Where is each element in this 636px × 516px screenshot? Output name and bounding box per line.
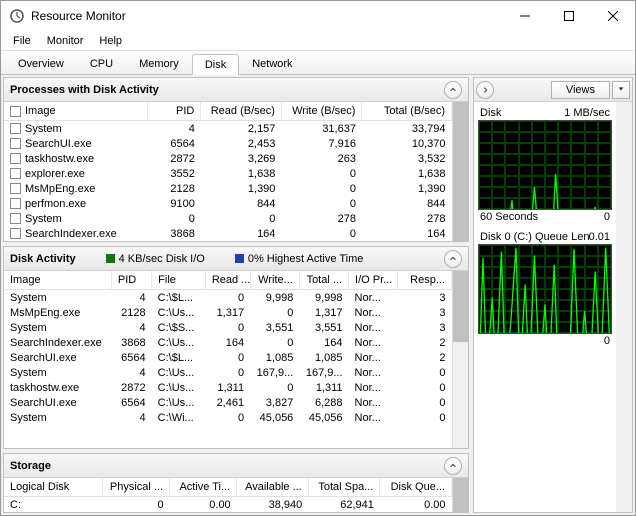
row-checkbox[interactable] xyxy=(10,168,21,179)
app-icon xyxy=(9,8,25,24)
storage-scrollbar[interactable] xyxy=(452,478,468,512)
io-color-swatch xyxy=(106,254,115,263)
activity-title: Disk Activity xyxy=(10,253,76,265)
activity-header[interactable]: Disk Activity 4 KB/sec Disk I/O 0% Highe… xyxy=(4,247,468,271)
col-total[interactable]: Total (B/sec) xyxy=(362,102,452,121)
graph1-min: 0 xyxy=(604,211,610,223)
col[interactable]: Logical Disk xyxy=(4,478,102,497)
processes-table: Image PID Read (B/sec) Write (B/sec) Tot… xyxy=(4,102,452,241)
active-color-swatch xyxy=(235,254,244,263)
tab-bar: Overview CPU Memory Disk Network xyxy=(1,51,635,75)
table-row[interactable]: SearchUI.exe6564C:\$L...01,0851,085Nor..… xyxy=(4,350,452,365)
collapse-activity-icon[interactable] xyxy=(444,250,462,268)
table-row[interactable]: System42,15731,63733,794 xyxy=(4,121,452,137)
row-checkbox[interactable] xyxy=(10,213,21,224)
processes-header[interactable]: Processes with Disk Activity xyxy=(4,78,468,102)
col[interactable]: Total ... xyxy=(299,271,348,290)
col[interactable]: File xyxy=(152,271,206,290)
table-row[interactable]: SearchUI.exe6564C:\Us...2,4613,8276,288N… xyxy=(4,395,452,410)
col[interactable]: Resp... xyxy=(398,271,452,290)
col[interactable]: Disk Que... xyxy=(380,478,452,497)
table-row[interactable]: perfmon.exe91008440844 xyxy=(4,196,452,211)
menu-monitor[interactable]: Monitor xyxy=(39,33,92,49)
queue-graph xyxy=(478,244,612,334)
table-row[interactable]: C:00.0038,94062,9410.00 xyxy=(4,497,452,513)
col[interactable]: Active Ti... xyxy=(170,478,237,497)
rightpane-scrollbar[interactable] xyxy=(616,102,632,512)
col[interactable]: Physical ... xyxy=(102,478,169,497)
menu-file[interactable]: File xyxy=(5,33,39,49)
table-row[interactable]: MsMpEng.exe2128C:\Us...1,31701,317Nor...… xyxy=(4,305,452,320)
col[interactable]: Image xyxy=(4,271,111,290)
col[interactable]: I/O Pr... xyxy=(349,271,398,290)
row-checkbox[interactable] xyxy=(10,138,21,149)
collapse-processes-icon[interactable] xyxy=(444,81,462,99)
col[interactable]: Total Spa... xyxy=(308,478,380,497)
table-row[interactable]: taskhostw.exe28723,2692633,532 xyxy=(4,151,452,166)
tab-disk[interactable]: Disk xyxy=(192,54,239,75)
table-row[interactable]: taskhostw.exe2872C:\Us...1,31101,311Nor.… xyxy=(4,380,452,395)
table-row[interactable]: System00278278 xyxy=(4,211,452,226)
menu-bar: File Monitor Help xyxy=(1,31,635,51)
table-row[interactable]: explorer.exe35521,63801,638 xyxy=(4,166,452,181)
col-image[interactable]: Image xyxy=(4,102,147,121)
views-button[interactable]: Views xyxy=(551,81,610,99)
tab-memory[interactable]: Memory xyxy=(126,53,192,74)
activity-scrollbar[interactable] xyxy=(452,271,468,448)
storage-table: Logical DiskPhysical ...Active Ti...Avai… xyxy=(4,478,452,512)
window-title: Resource Monitor xyxy=(31,9,503,23)
disk-graph xyxy=(478,120,612,210)
graph2-min: 0 xyxy=(604,335,610,347)
col-read[interactable]: Read (B/sec) xyxy=(201,102,282,121)
table-row[interactable]: System4C:\Wi...045,05645,056Nor...0 xyxy=(4,410,452,425)
activity-table: ImagePIDFileRead ...Write...Total ...I/O… xyxy=(4,271,452,425)
col-pid[interactable]: PID xyxy=(147,102,201,121)
col-write[interactable]: Write (B/sec) xyxy=(281,102,362,121)
select-all-checkbox[interactable] xyxy=(10,106,21,117)
collapse-storage-icon[interactable] xyxy=(444,457,462,475)
graph1-title: Disk xyxy=(480,107,501,119)
table-row[interactable]: MsMpEng.exe21281,39001,390 xyxy=(4,181,452,196)
processes-scrollbar[interactable] xyxy=(452,102,468,241)
menu-help[interactable]: Help xyxy=(91,33,130,49)
storage-title: Storage xyxy=(10,460,51,472)
processes-title: Processes with Disk Activity xyxy=(10,84,159,96)
tab-network[interactable]: Network xyxy=(239,53,305,74)
col[interactable]: PID xyxy=(111,271,151,290)
row-checkbox[interactable] xyxy=(10,123,21,134)
table-row[interactable]: System4C:\Us...0167,9...167,9...Nor...0 xyxy=(4,365,452,380)
row-checkbox[interactable] xyxy=(10,183,21,194)
table-row[interactable]: System4C:\$S...03,5513,551Nor...3 xyxy=(4,320,452,335)
table-row[interactable]: SearchIndexer.exe38681640164 xyxy=(4,226,452,241)
maximize-button[interactable] xyxy=(547,1,591,31)
col[interactable]: Write... xyxy=(250,271,299,290)
row-checkbox[interactable] xyxy=(10,198,21,209)
table-row[interactable]: System4C:\$L...09,9989,998Nor...3 xyxy=(4,290,452,306)
views-dropdown-icon[interactable] xyxy=(612,81,630,99)
row-checkbox[interactable] xyxy=(10,228,21,239)
storage-header[interactable]: Storage xyxy=(4,454,468,478)
minimize-button[interactable] xyxy=(503,1,547,31)
col[interactable]: Available ... xyxy=(237,478,309,497)
table-row[interactable]: SearchIndexer.exe3868C:\Us...1640164Nor.… xyxy=(4,335,452,350)
rightpane-collapse-icon[interactable] xyxy=(476,81,494,99)
activity-stat-active: 0% Highest Active Time xyxy=(248,253,364,265)
tab-overview[interactable]: Overview xyxy=(5,53,77,74)
activity-stat-io: 4 KB/sec Disk I/O xyxy=(119,253,205,265)
col[interactable]: Read ... xyxy=(205,271,250,290)
close-button[interactable] xyxy=(591,1,635,31)
graph1-scale: 1 MB/sec xyxy=(564,107,610,119)
row-checkbox[interactable] xyxy=(10,153,21,164)
tab-cpu[interactable]: CPU xyxy=(77,53,126,74)
table-row[interactable]: SearchUI.exe65642,4537,91610,370 xyxy=(4,136,452,151)
graph2-title: Disk 0 (C:) Queue Length xyxy=(480,231,589,243)
graph2-scale: 0.01 xyxy=(589,231,610,243)
graph1-xlabel: 60 Seconds xyxy=(480,211,538,223)
